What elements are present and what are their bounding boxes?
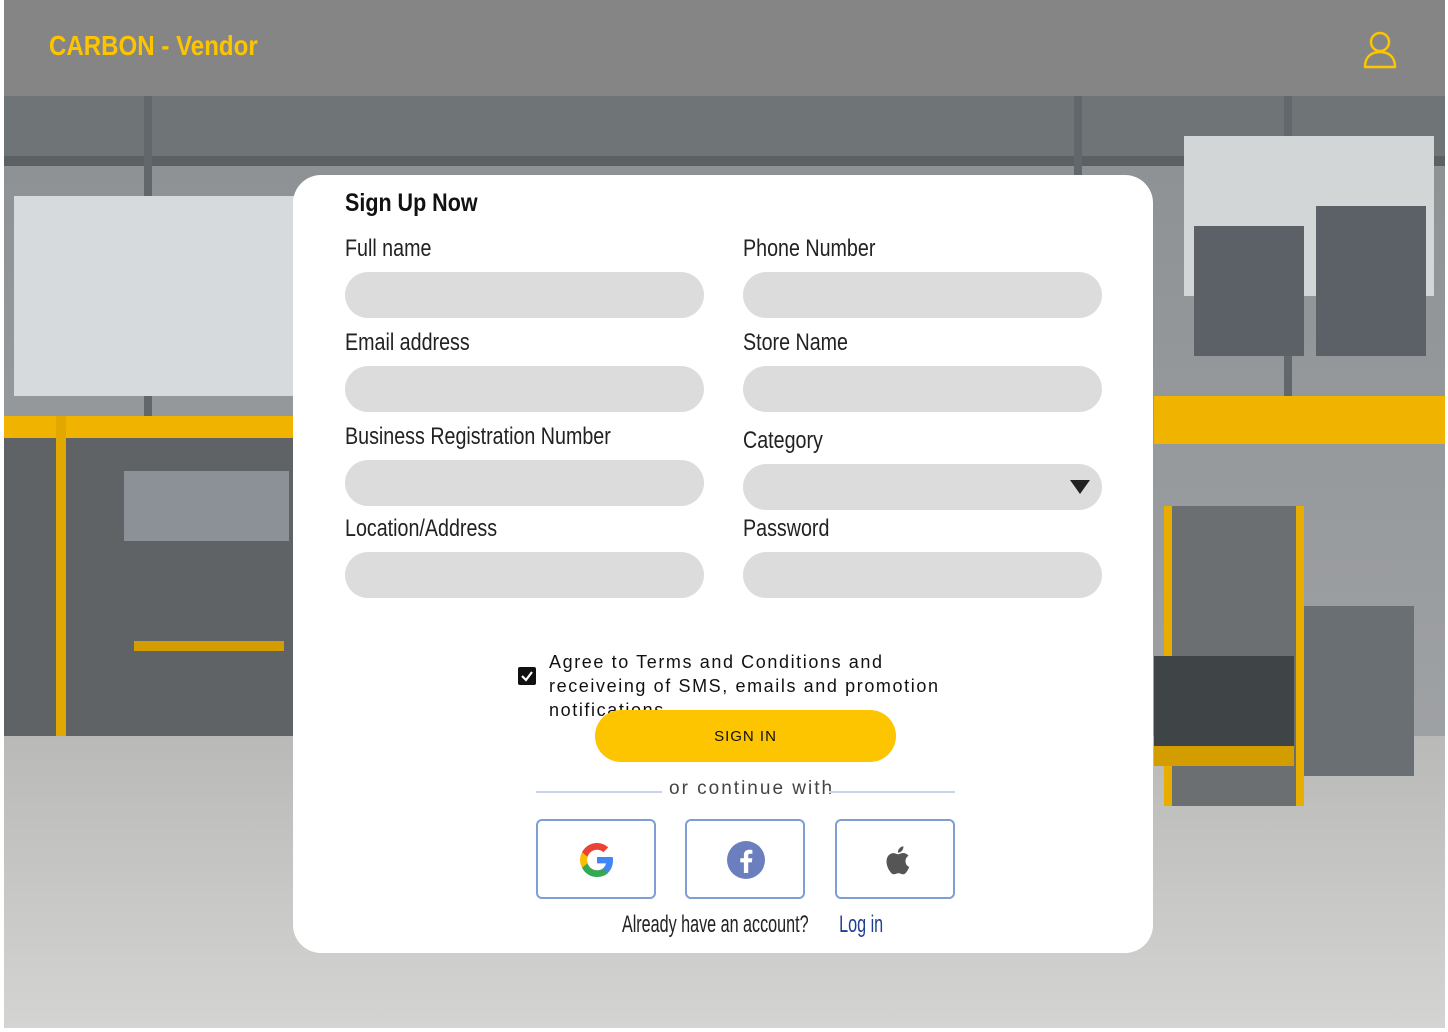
store-name-input[interactable]	[743, 366, 1102, 412]
google-login-button[interactable]	[536, 819, 656, 899]
top-bar: CARBON - Vendor	[4, 0, 1445, 96]
dropdown-arrow-icon[interactable]	[1070, 480, 1090, 494]
facebook-icon	[727, 841, 765, 879]
user-icon[interactable]	[1363, 30, 1397, 70]
form-title: Sign Up Now	[345, 189, 478, 217]
sign-in-button[interactable]: SIGN IN	[595, 710, 896, 762]
google-icon	[580, 843, 613, 877]
login-link[interactable]: Log in	[840, 911, 884, 939]
apple-icon	[886, 846, 910, 875]
phone-number-input[interactable]	[743, 272, 1102, 318]
store-name-label: Store Name	[743, 329, 849, 356]
business-registration-input[interactable]	[345, 460, 704, 506]
email-input[interactable]	[345, 366, 704, 412]
category-label: Category	[743, 427, 823, 454]
checkmark-icon	[521, 671, 533, 682]
facebook-login-button[interactable]	[685, 819, 805, 899]
location-label: Location/Address	[345, 515, 498, 542]
login-prompt: Already have an account? Log in	[293, 911, 1197, 939]
full-name-label: Full name	[345, 235, 432, 262]
divider-text: or continue with	[669, 778, 835, 799]
phone-number-label: Phone Number	[743, 235, 876, 262]
app-frame: CARBON - Vendor Sign Up Now Full name Em…	[4, 0, 1445, 1028]
category-select[interactable]	[743, 464, 1102, 510]
password-input[interactable]	[743, 552, 1102, 598]
divider-right	[829, 791, 955, 793]
password-label: Password	[743, 515, 830, 542]
brand-title[interactable]: CARBON - Vendor	[49, 30, 258, 62]
login-prompt-text: Already have an account?	[622, 911, 809, 938]
apple-login-button[interactable]	[835, 819, 955, 899]
divider-left	[536, 791, 662, 793]
full-name-input[interactable]	[345, 272, 704, 318]
terms-checkbox[interactable]	[518, 667, 536, 685]
email-label: Email address	[345, 329, 470, 356]
business-registration-label: Business Registration Number	[345, 423, 611, 450]
location-input[interactable]	[345, 552, 704, 598]
signup-card: Sign Up Now Full name Email address Busi…	[293, 175, 1153, 953]
